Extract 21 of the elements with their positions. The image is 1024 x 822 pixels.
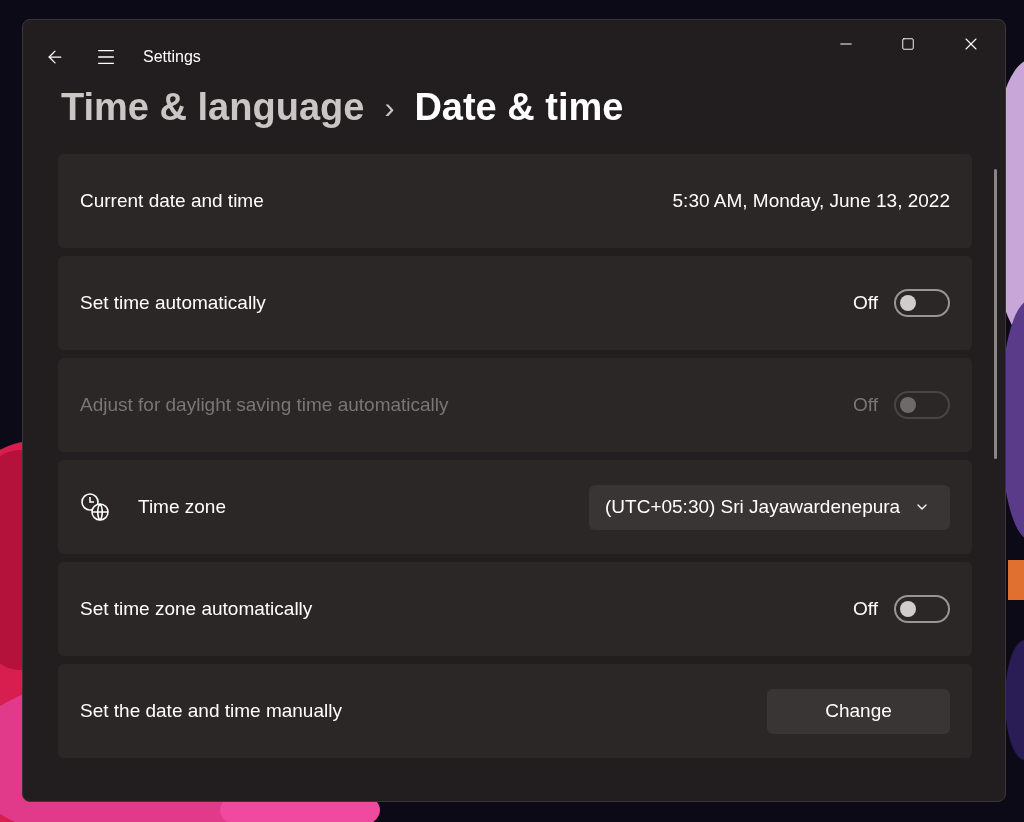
setting-label: Set time zone automatically (80, 596, 313, 621)
setting-label: Adjust for daylight saving time automatically (80, 392, 449, 417)
date-time-value: 5:30 AM, Monday, June 13, 2022 (672, 188, 950, 213)
toggle-state-label: Off (853, 290, 878, 315)
time-zone-dropdown[interactable]: (UTC+05:30) Sri Jayawardenepura (589, 484, 950, 530)
maximize-icon[interactable] (901, 37, 915, 51)
window-title: Settings (143, 47, 201, 67)
change-button[interactable]: Change (767, 688, 950, 734)
scrollbar[interactable] (994, 169, 997, 459)
toggle-switch[interactable] (894, 289, 950, 317)
toggle-state-label: Off (853, 596, 878, 621)
clock-globe-icon (80, 492, 110, 522)
setting-label: Set the date and time manually (80, 698, 342, 723)
setting-label: Time zone (138, 494, 226, 519)
page-title: Date & time (414, 85, 624, 130)
toggle-switch[interactable] (894, 595, 950, 623)
setting-label: Current date and time (80, 188, 264, 213)
toggle-state-label: Off (853, 392, 878, 417)
setting-label: Set time automatically (80, 290, 266, 315)
breadcrumb-separator: › (384, 90, 395, 126)
breadcrumb-parent[interactable]: Time & language (61, 79, 365, 136)
